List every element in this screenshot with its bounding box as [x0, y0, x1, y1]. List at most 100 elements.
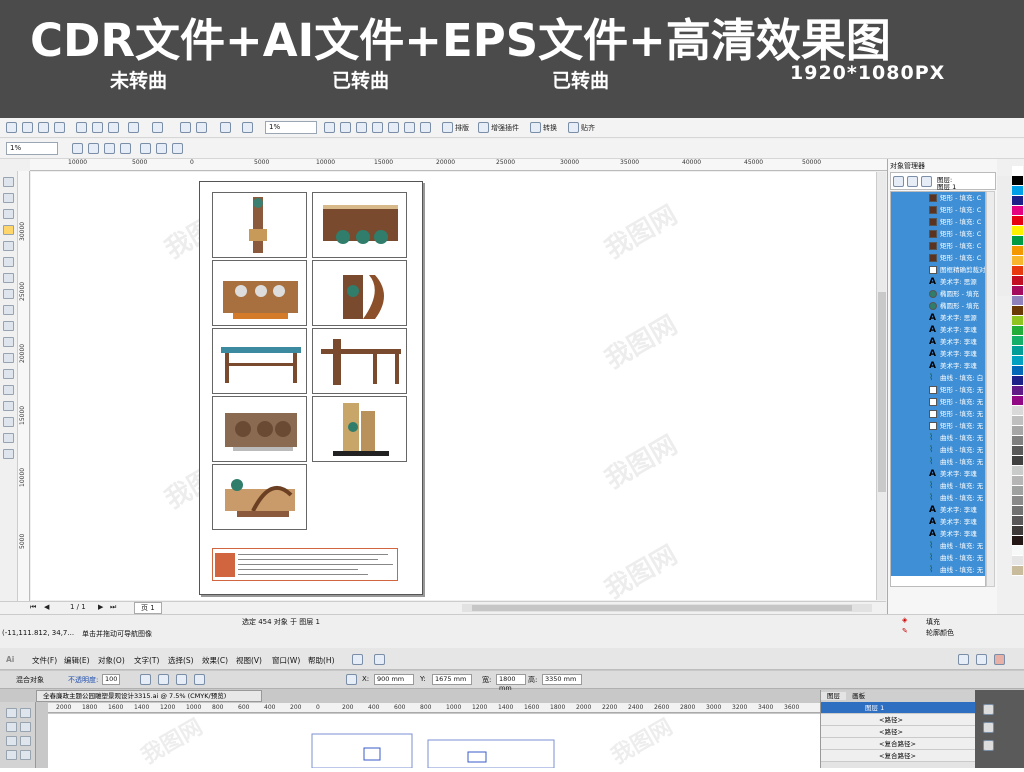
arrange-docs-icon[interactable] — [374, 654, 385, 665]
color-palette[interactable] — [1012, 166, 1024, 586]
width-field[interactable]: 1800 mm — [496, 674, 526, 692]
palette-swatch[interactable] — [1012, 546, 1023, 556]
snap-button[interactable]: 贴齐 — [581, 123, 595, 133]
appearance-icon[interactable] — [983, 704, 994, 715]
object-row[interactable]: ⌇ 曲线 - 填充: 无 — [891, 492, 985, 504]
palette-swatch[interactable] — [1012, 456, 1023, 466]
palette-swatch[interactable] — [1012, 466, 1023, 476]
open-icon[interactable] — [22, 122, 33, 133]
smart-fill-tool-icon[interactable] — [3, 257, 14, 267]
zoom-page-icon-2[interactable] — [140, 143, 151, 154]
palette-swatch[interactable] — [1012, 566, 1023, 576]
app-launcher-icon[interactable] — [220, 122, 231, 133]
layer-row[interactable]: <复合路径> — [821, 738, 976, 750]
document-page[interactable] — [199, 181, 423, 595]
zoom-out-icon-2[interactable] — [88, 143, 99, 154]
object-row[interactable]: 矩形 - 填充: C — [891, 216, 985, 228]
cut-icon[interactable] — [76, 122, 87, 133]
menu-type[interactable]: 文字(T) — [134, 655, 159, 666]
line-tool-icon[interactable] — [6, 750, 17, 760]
object-list[interactable]: 矩形 - 填充: C 矩形 - 填充: C 矩形 - 填充: C 矩形 - 填充: C… — [890, 191, 986, 587]
eyedropper-tool-icon[interactable] — [3, 401, 14, 411]
pick-tool-icon[interactable] — [3, 177, 14, 187]
vertical-scrollbar[interactable] — [876, 172, 886, 600]
palette-swatch[interactable] — [1012, 556, 1023, 566]
design-thumbnail[interactable] — [312, 328, 407, 394]
menu-window[interactable]: 窗口(W) — [272, 655, 300, 666]
object-row[interactable]: ⌇ 曲线 - 填充: 无 — [891, 540, 985, 552]
palette-swatch[interactable] — [1012, 406, 1023, 416]
object-row[interactable]: 矩形 - 填充: 无 — [891, 420, 985, 432]
table-tool-icon[interactable] — [3, 337, 14, 347]
import-icon[interactable] — [180, 122, 191, 133]
palette-swatch[interactable] — [1012, 206, 1023, 216]
layer-row[interactable]: 图层 1 — [821, 702, 976, 714]
scroll-thumb[interactable] — [878, 292, 886, 492]
object-row[interactable]: A 美术字: 李魂 — [891, 360, 985, 372]
object-row[interactable]: 椭圆形 - 填充 — [891, 288, 985, 300]
palette-swatch[interactable] — [1012, 476, 1023, 486]
graphic-styles-icon[interactable] — [983, 722, 994, 733]
bridge-icon[interactable] — [352, 654, 363, 665]
object-row[interactable]: A 美术字: 李魂 — [891, 348, 985, 360]
drawing-canvas[interactable]: 我图网 我图网 我图网 我图网 我图网 我图网 — [31, 172, 886, 605]
last-page-icon[interactable]: ⏭ — [110, 603, 116, 612]
layer-manager-icon[interactable] — [921, 176, 932, 187]
close-icon[interactable] — [994, 654, 1005, 665]
shape-tool-icon[interactable] — [3, 193, 14, 203]
snap-icon[interactable] — [568, 122, 579, 133]
object-row[interactable]: 矩形 - 填充: C — [891, 240, 985, 252]
palette-swatch[interactable] — [1012, 366, 1023, 376]
object-row[interactable]: 矩形 - 填充: 无 — [891, 384, 985, 396]
palette-swatch[interactable] — [1012, 176, 1023, 186]
object-row[interactable]: 椭圆形 - 填充 — [891, 300, 985, 312]
object-row[interactable]: A 美术字: 李魂 — [891, 504, 985, 516]
fill-tool-icon[interactable] — [3, 433, 14, 443]
object-row[interactable]: A 美术字: 思源 — [891, 276, 985, 288]
object-row[interactable]: A 美术字: 李魂 — [891, 336, 985, 348]
menu-file[interactable]: 文件(F) — [32, 655, 57, 666]
reference-point-icon[interactable] — [346, 674, 357, 685]
menu-view[interactable]: 视图(V) — [236, 655, 262, 666]
height-field[interactable]: 3350 mm — [542, 674, 582, 685]
interactive-fill-tool-icon[interactable] — [3, 449, 14, 459]
design-thumbnail[interactable] — [212, 328, 307, 394]
palette-swatch[interactable] — [1012, 316, 1023, 326]
convert-button[interactable]: 转换 — [543, 123, 557, 133]
x-field[interactable]: 900 mm — [374, 674, 414, 685]
plugin-icon[interactable] — [478, 122, 489, 133]
palette-swatch[interactable] — [1012, 326, 1023, 336]
layout-icon[interactable] — [442, 122, 453, 133]
show-properties-icon[interactable] — [893, 176, 904, 187]
palette-swatch[interactable] — [1012, 276, 1023, 286]
outline-tool-icon[interactable] — [3, 417, 14, 427]
palette-swatch[interactable] — [1012, 256, 1023, 266]
align-right-icon[interactable] — [194, 674, 205, 685]
horizontal-scrollbar[interactable] — [462, 604, 872, 612]
restore-icon[interactable] — [976, 654, 987, 665]
design-thumbnail[interactable] — [212, 464, 307, 530]
palette-swatch[interactable] — [1012, 526, 1023, 536]
palette-swatch[interactable] — [1012, 306, 1023, 316]
zoom-tool-icon[interactable] — [3, 225, 14, 235]
object-row[interactable]: ⌇ 曲线 - 填充: 白 — [891, 372, 985, 384]
object-row[interactable]: A 美术字: 李魂 — [891, 468, 985, 480]
ellipse-tool-icon[interactable] — [3, 289, 14, 299]
palette-swatch[interactable] — [1012, 486, 1023, 496]
design-thumbnail[interactable] — [212, 192, 307, 258]
zoom-width-icon[interactable] — [404, 122, 415, 133]
opacity-field[interactable]: 100 — [102, 674, 120, 685]
palette-swatch[interactable] — [1012, 426, 1023, 436]
menu-help[interactable]: 帮助(H) — [308, 655, 335, 666]
layout-button[interactable]: 排版 — [455, 123, 469, 133]
opacity-label[interactable]: 不透明度: — [68, 675, 98, 685]
palette-swatch[interactable] — [1012, 286, 1023, 296]
save-icon[interactable] — [38, 122, 49, 133]
palette-swatch[interactable] — [1012, 216, 1023, 226]
menu-select[interactable]: 选择(S) — [168, 655, 194, 666]
zoom-in-icon-2[interactable] — [72, 143, 83, 154]
palette-swatch[interactable] — [1012, 436, 1023, 446]
palette-swatch[interactable] — [1012, 196, 1023, 206]
freehand-tool-icon[interactable] — [3, 241, 14, 251]
ai-artboard-canvas[interactable]: 我图网 我图网 — [48, 714, 820, 769]
